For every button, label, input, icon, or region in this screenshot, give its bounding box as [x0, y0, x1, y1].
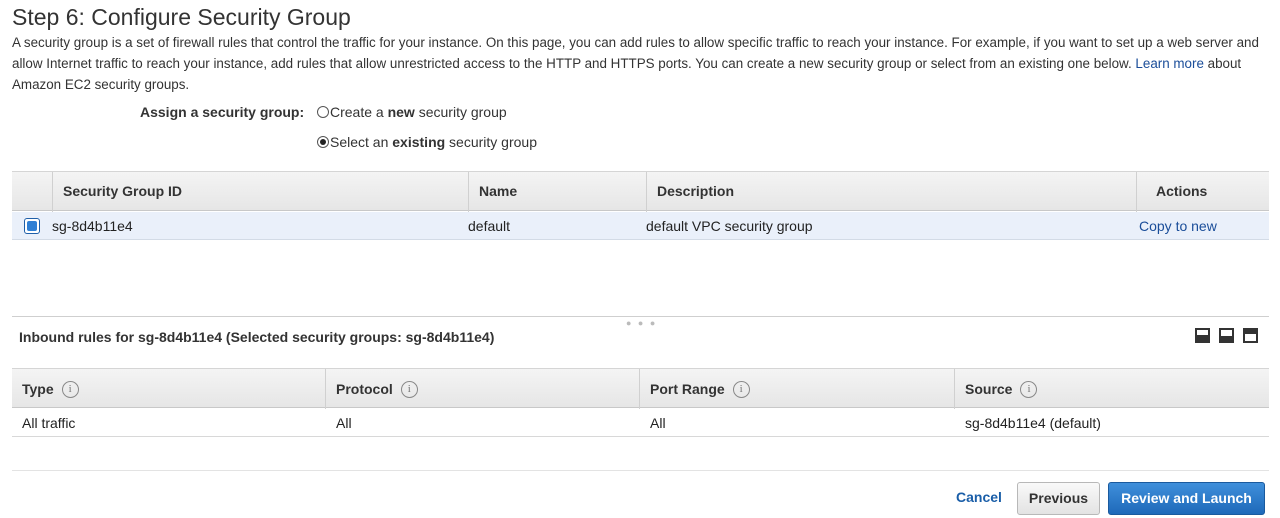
inbound-rules-title: Inbound rules for sg-8d4b11e4 (Selected … — [19, 329, 495, 345]
page-title: Step 6: Configure Security Group — [12, 4, 351, 30]
learn-more-link[interactable]: Learn more — [1135, 56, 1203, 71]
radio-label-select-existing: Select an existing security group — [330, 134, 537, 150]
info-icon[interactable]: i — [400, 380, 418, 398]
table-row[interactable]: sg-8d4b11e4 default default VPC security… — [12, 212, 1269, 240]
column-header-name[interactable]: Name — [468, 172, 646, 212]
rule-protocol-cell: All — [336, 415, 352, 431]
panel-divider — [12, 316, 1269, 317]
info-icon[interactable]: i — [1020, 380, 1038, 398]
info-icon[interactable]: i — [61, 380, 79, 398]
radio-checked-icon[interactable] — [317, 136, 329, 148]
copy-to-new-link[interactable]: Copy to new — [1139, 212, 1217, 240]
info-icon[interactable]: i — [732, 380, 750, 398]
column-header-source: Source i — [954, 369, 1269, 409]
column-header-port-range: Port Range i — [639, 369, 954, 409]
resize-handle-icon[interactable]: ● ● ● — [626, 318, 657, 328]
radio-unchecked-icon[interactable] — [317, 106, 329, 118]
security-group-description-cell: default VPC security group — [646, 218, 813, 234]
layout-split-panel-icon[interactable] — [1219, 328, 1234, 343]
radio-create-new-security-group[interactable]: Create a new security group — [317, 104, 507, 120]
column-header-actions: Actions — [1136, 172, 1269, 212]
row-checkbox-checked-icon[interactable] — [24, 218, 40, 234]
layout-bottom-panel-icon[interactable] — [1195, 328, 1210, 343]
rule-type-cell: All traffic — [22, 415, 76, 431]
previous-button[interactable]: Previous — [1017, 482, 1100, 515]
column-header-protocol-label: Protocol — [336, 381, 393, 397]
page-description: A security group is a set of firewall ru… — [12, 32, 1274, 95]
cancel-button[interactable]: Cancel — [956, 489, 1002, 505]
column-header-description[interactable]: Description — [646, 172, 1136, 212]
footer-divider — [12, 470, 1269, 471]
radio-label-create-new: Create a new security group — [330, 104, 507, 120]
security-group-id-cell: sg-8d4b11e4 — [52, 218, 133, 234]
radio-select-existing-security-group[interactable]: Select an existing security group — [317, 134, 537, 150]
column-header-type-label: Type — [22, 381, 54, 397]
rule-port-range-cell: All — [650, 415, 666, 431]
column-header-source-label: Source — [965, 381, 1013, 397]
panel-layout-toggles — [1195, 328, 1258, 343]
column-header-protocol: Protocol i — [325, 369, 639, 409]
security-group-name-cell: default — [468, 218, 511, 234]
intro-text: A security group is a set of firewall ru… — [12, 35, 1259, 71]
inbound-rules-table: Type i Protocol i Port Range i Source i … — [12, 368, 1269, 437]
column-header-security-group-id[interactable]: Security Group ID — [52, 172, 468, 212]
security-group-table: Security Group ID Name Description Actio… — [12, 171, 1269, 240]
table-row: All traffic All All sg-8d4b11e4 (default… — [12, 409, 1269, 437]
layout-top-panel-icon[interactable] — [1243, 328, 1258, 343]
review-and-launch-button[interactable]: Review and Launch — [1108, 482, 1265, 515]
column-header-port-range-label: Port Range — [650, 381, 725, 397]
inbound-rules-table-header: Type i Protocol i Port Range i Source i — [12, 368, 1269, 409]
security-group-table-header: Security Group ID Name Description Actio… — [12, 171, 1269, 212]
column-header-type: Type i — [12, 369, 325, 409]
rule-source-cell: sg-8d4b11e4 (default) — [965, 415, 1101, 431]
assign-security-group-label: Assign a security group: — [140, 104, 305, 120]
